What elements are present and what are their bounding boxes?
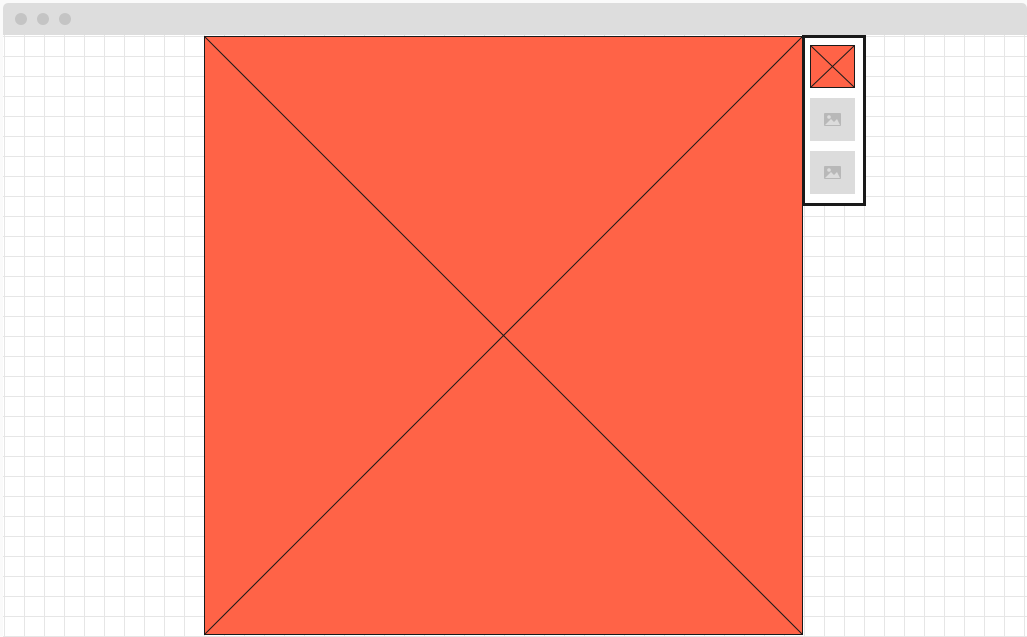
thumbnail-2[interactable] — [810, 98, 855, 141]
minimize-dot[interactable] — [37, 13, 49, 25]
thumbnail-1-selected[interactable] — [810, 45, 855, 88]
browser-window — [0, 0, 1027, 637]
thumbnail-strip — [802, 35, 866, 206]
thumbnail-image-placeholder — [810, 45, 855, 88]
image-icon — [810, 151, 855, 194]
thumbnail-3[interactable] — [810, 151, 855, 194]
close-dot[interactable] — [15, 13, 27, 25]
main-image-graphic — [204, 36, 803, 635]
image-icon — [810, 98, 855, 141]
window-titlebar — [3, 3, 1027, 35]
main-image-placeholder[interactable] — [204, 36, 803, 635]
maximize-dot[interactable] — [59, 13, 71, 25]
